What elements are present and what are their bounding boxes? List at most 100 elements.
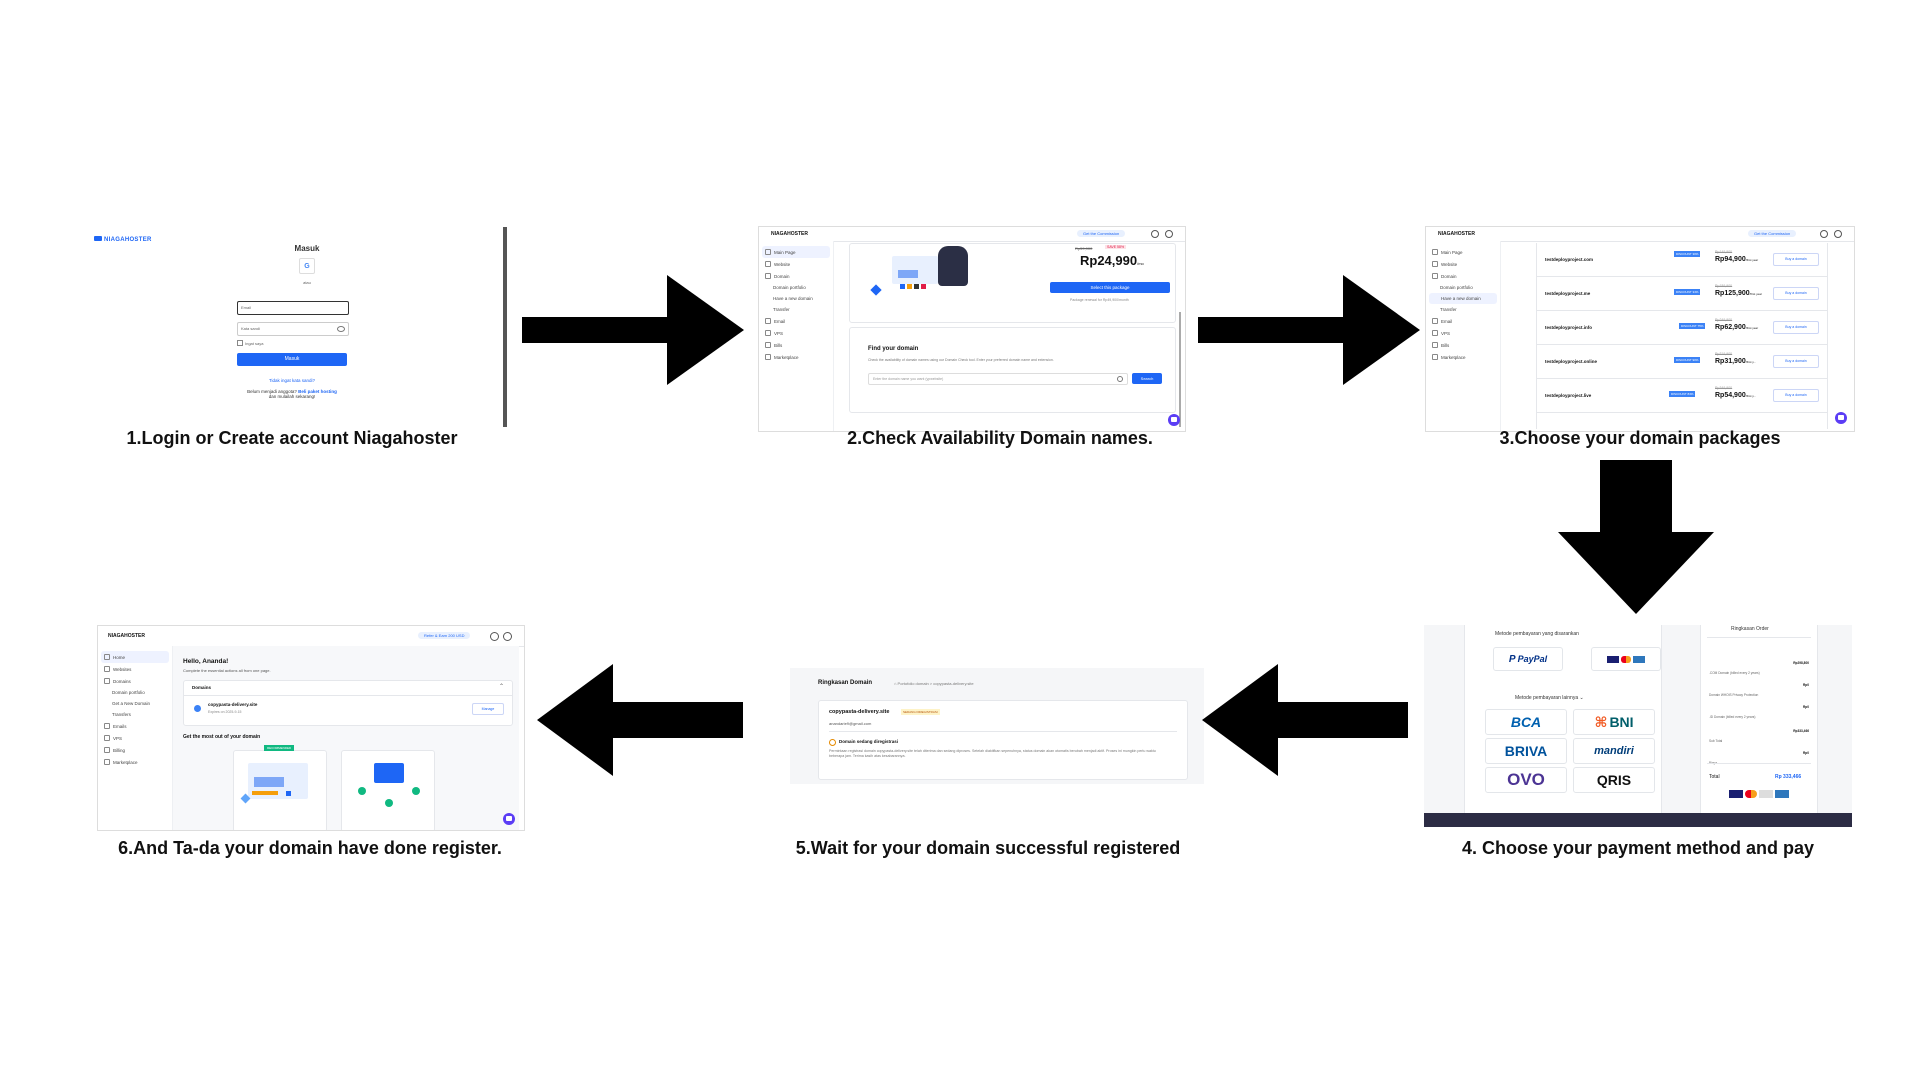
buy-domain-button[interactable]: Buy a domain xyxy=(1773,389,1819,402)
search-icon xyxy=(1117,376,1123,382)
domain-name: copypasta-delivery.site xyxy=(208,702,258,707)
sidebar-item-new-domain[interactable]: Have a new domain xyxy=(1429,293,1497,304)
sidebar-item-vps[interactable]: VPS xyxy=(759,327,833,339)
buy-domain-button[interactable]: Buy a domain xyxy=(1773,355,1819,368)
ovo-option[interactable]: OVO xyxy=(1485,767,1567,793)
sidebar-item-domain-portfolio[interactable]: Domain portfolio xyxy=(98,687,172,698)
chevron-down-icon[interactable]: ⌄ xyxy=(1580,695,1584,701)
user-icon[interactable] xyxy=(503,632,512,641)
commission-badge[interactable]: Get the Commission xyxy=(1077,230,1126,237)
sidebar-item-domain[interactable]: Domain xyxy=(759,270,833,282)
buy-domain-button[interactable]: Buy a domain xyxy=(1773,287,1819,300)
sidebar-item-transfers[interactable]: Transfers xyxy=(98,709,172,720)
sidebar-item-billing[interactable]: Billing xyxy=(98,744,172,756)
home-icon[interactable]: ⌂ xyxy=(894,681,896,686)
total-value: Rp 333,466 xyxy=(1775,774,1802,780)
old-price: Rp59,900 xyxy=(1075,246,1093,251)
step3-screenshot: NIAGAHOSTER Get the Commission Main Page… xyxy=(1425,226,1855,432)
server-icon xyxy=(104,735,110,741)
domain-price: Rp54,900/first y... xyxy=(1715,392,1757,399)
sidebar-item-vps[interactable]: VPS xyxy=(98,732,172,744)
sidebar-item-transfer[interactable]: Transfer xyxy=(1426,304,1500,315)
arrow-left-4-to-5 xyxy=(1202,664,1408,776)
chat-icon[interactable] xyxy=(1168,414,1180,426)
renewal-note: Package renewal for Rp49,900/month xyxy=(1070,298,1129,302)
recommended-badge: RECOMMENDED xyxy=(264,745,295,751)
briva-option[interactable]: BRIVA xyxy=(1485,738,1567,764)
sidebar-item-main-page[interactable]: Main Page xyxy=(762,246,830,258)
card-logos xyxy=(1729,790,1789,798)
help-icon[interactable] xyxy=(1820,230,1828,238)
mandiri-option[interactable]: mandiri xyxy=(1573,738,1655,764)
remember-checkbox[interactable]: Ingat saya xyxy=(237,340,263,346)
sidebar-item-domain[interactable]: Domain xyxy=(1426,270,1500,282)
feature-card-email[interactable] xyxy=(341,750,435,830)
sidebar-item-domain-portfolio[interactable]: Domain portfolio xyxy=(759,282,833,293)
commission-badge[interactable]: Get the Commission xyxy=(1748,230,1797,237)
greeting: Hello, Ananda! xyxy=(183,658,229,665)
paypal-option[interactable]: P PayPal xyxy=(1493,647,1563,671)
amex-icon xyxy=(1633,655,1645,663)
sidebar-item-vps[interactable]: VPS xyxy=(1426,327,1500,339)
user-icon[interactable] xyxy=(1165,230,1173,238)
store-icon xyxy=(104,759,110,765)
sidebar-item-domains[interactable]: Domains xyxy=(98,675,172,687)
order-line: .ID Domain (billed every 2 years) Rp0 xyxy=(1709,705,1809,719)
sidebar-item-get-new-domain[interactable]: Get a New Domain xyxy=(98,698,172,709)
buy-domain-button[interactable]: Buy a domain xyxy=(1773,321,1819,334)
sidebar-item-websites[interactable]: Websites xyxy=(98,663,172,675)
chat-icon[interactable] xyxy=(1835,412,1847,424)
buy-domain-button[interactable]: Buy a domain xyxy=(1773,253,1819,266)
panel-scrollbar[interactable] xyxy=(503,227,507,427)
sidebar-item-website[interactable]: Website xyxy=(1426,258,1500,270)
sidebar-item-emails[interactable]: Emails xyxy=(98,720,172,732)
bni-option[interactable]: ⌘ BNI xyxy=(1573,709,1655,735)
card-option[interactable] xyxy=(1591,647,1661,671)
sidebar-item-main-page[interactable]: Main Page xyxy=(1426,246,1500,258)
refer-earn-badge[interactable]: Refer & Earn 200 USD xyxy=(418,632,471,639)
chat-icon[interactable] xyxy=(503,813,515,825)
domain-row: testdeployproject.online DISCOUNT 90% Rp… xyxy=(1537,345,1827,379)
bca-option[interactable]: BCA xyxy=(1485,709,1567,735)
promo-card: Rp59,900 SAVE 58% Rp24,990/mo Select thi… xyxy=(849,243,1176,323)
password-field[interactable]: Kata sandi xyxy=(237,322,349,336)
sidebar-item-bills[interactable]: Bills xyxy=(759,339,833,351)
domain-name: copypasta-delivery.site xyxy=(829,709,890,715)
panel-scrollbar[interactable] xyxy=(1179,312,1181,427)
help-icon[interactable] xyxy=(490,632,499,641)
notice-text: Permintaan registrasi domain copypasta-d… xyxy=(829,749,1156,758)
eye-icon[interactable] xyxy=(337,326,345,332)
sidebar-item-domain-portfolio[interactable]: Domain portfolio xyxy=(1426,282,1500,293)
sidebar-item-email[interactable]: Email xyxy=(1426,315,1500,327)
qris-option[interactable]: QRIS xyxy=(1573,767,1655,793)
notice-title: Domain sedang diregistrasi xyxy=(839,739,899,744)
domain-name: testdeployproject.me xyxy=(1545,291,1591,296)
sidebar-item-marketplace[interactable]: Marketplace xyxy=(98,756,172,768)
sidebar-item-marketplace[interactable]: Marketplace xyxy=(759,351,833,363)
visa-icon xyxy=(1729,790,1743,798)
sidebar-item-marketplace[interactable]: Marketplace xyxy=(1426,351,1500,363)
chevron-up-icon[interactable]: ⌃ xyxy=(499,683,504,690)
sidebar-item-email[interactable]: Email xyxy=(759,315,833,327)
sidebar-item-transfer[interactable]: Transfer xyxy=(759,304,833,315)
login-submit-button[interactable]: Masuk xyxy=(237,353,347,366)
sidebar-item-bills[interactable]: Bills xyxy=(1426,339,1500,351)
sidebar-item-new-domain[interactable]: Have a new domain xyxy=(759,293,833,304)
select-package-button[interactable]: Select this package xyxy=(1050,282,1170,293)
sidebar-item-home[interactable]: Home xyxy=(101,651,169,663)
email-field[interactable]: Email xyxy=(237,301,349,315)
user-icon[interactable] xyxy=(1834,230,1842,238)
step1-screenshot: NIAGAHOSTER Masuk G atau Email Kata sand… xyxy=(92,225,512,430)
google-login-button[interactable]: G xyxy=(299,258,315,274)
discount-badge: DISCOUNT 90% xyxy=(1674,357,1701,363)
email-icon xyxy=(104,723,110,729)
feature-card-website[interactable]: RECOMMENDED xyxy=(233,745,327,830)
search-button[interactable]: Search xyxy=(1132,373,1162,384)
remember-label: Ingat saya xyxy=(245,340,264,346)
help-icon[interactable] xyxy=(1151,230,1159,238)
domain-search-input[interactable]: Enter the domain name you want (ypwebsit… xyxy=(868,373,1128,385)
order-line: .COM Domain (billed every 2 years) Rp298,… xyxy=(1709,661,1809,675)
sidebar-item-website[interactable]: Website xyxy=(759,258,833,270)
forgot-password-link[interactable]: Tidak ingat kata sandi? xyxy=(242,378,342,383)
manage-button[interactable]: Manage xyxy=(472,703,504,715)
